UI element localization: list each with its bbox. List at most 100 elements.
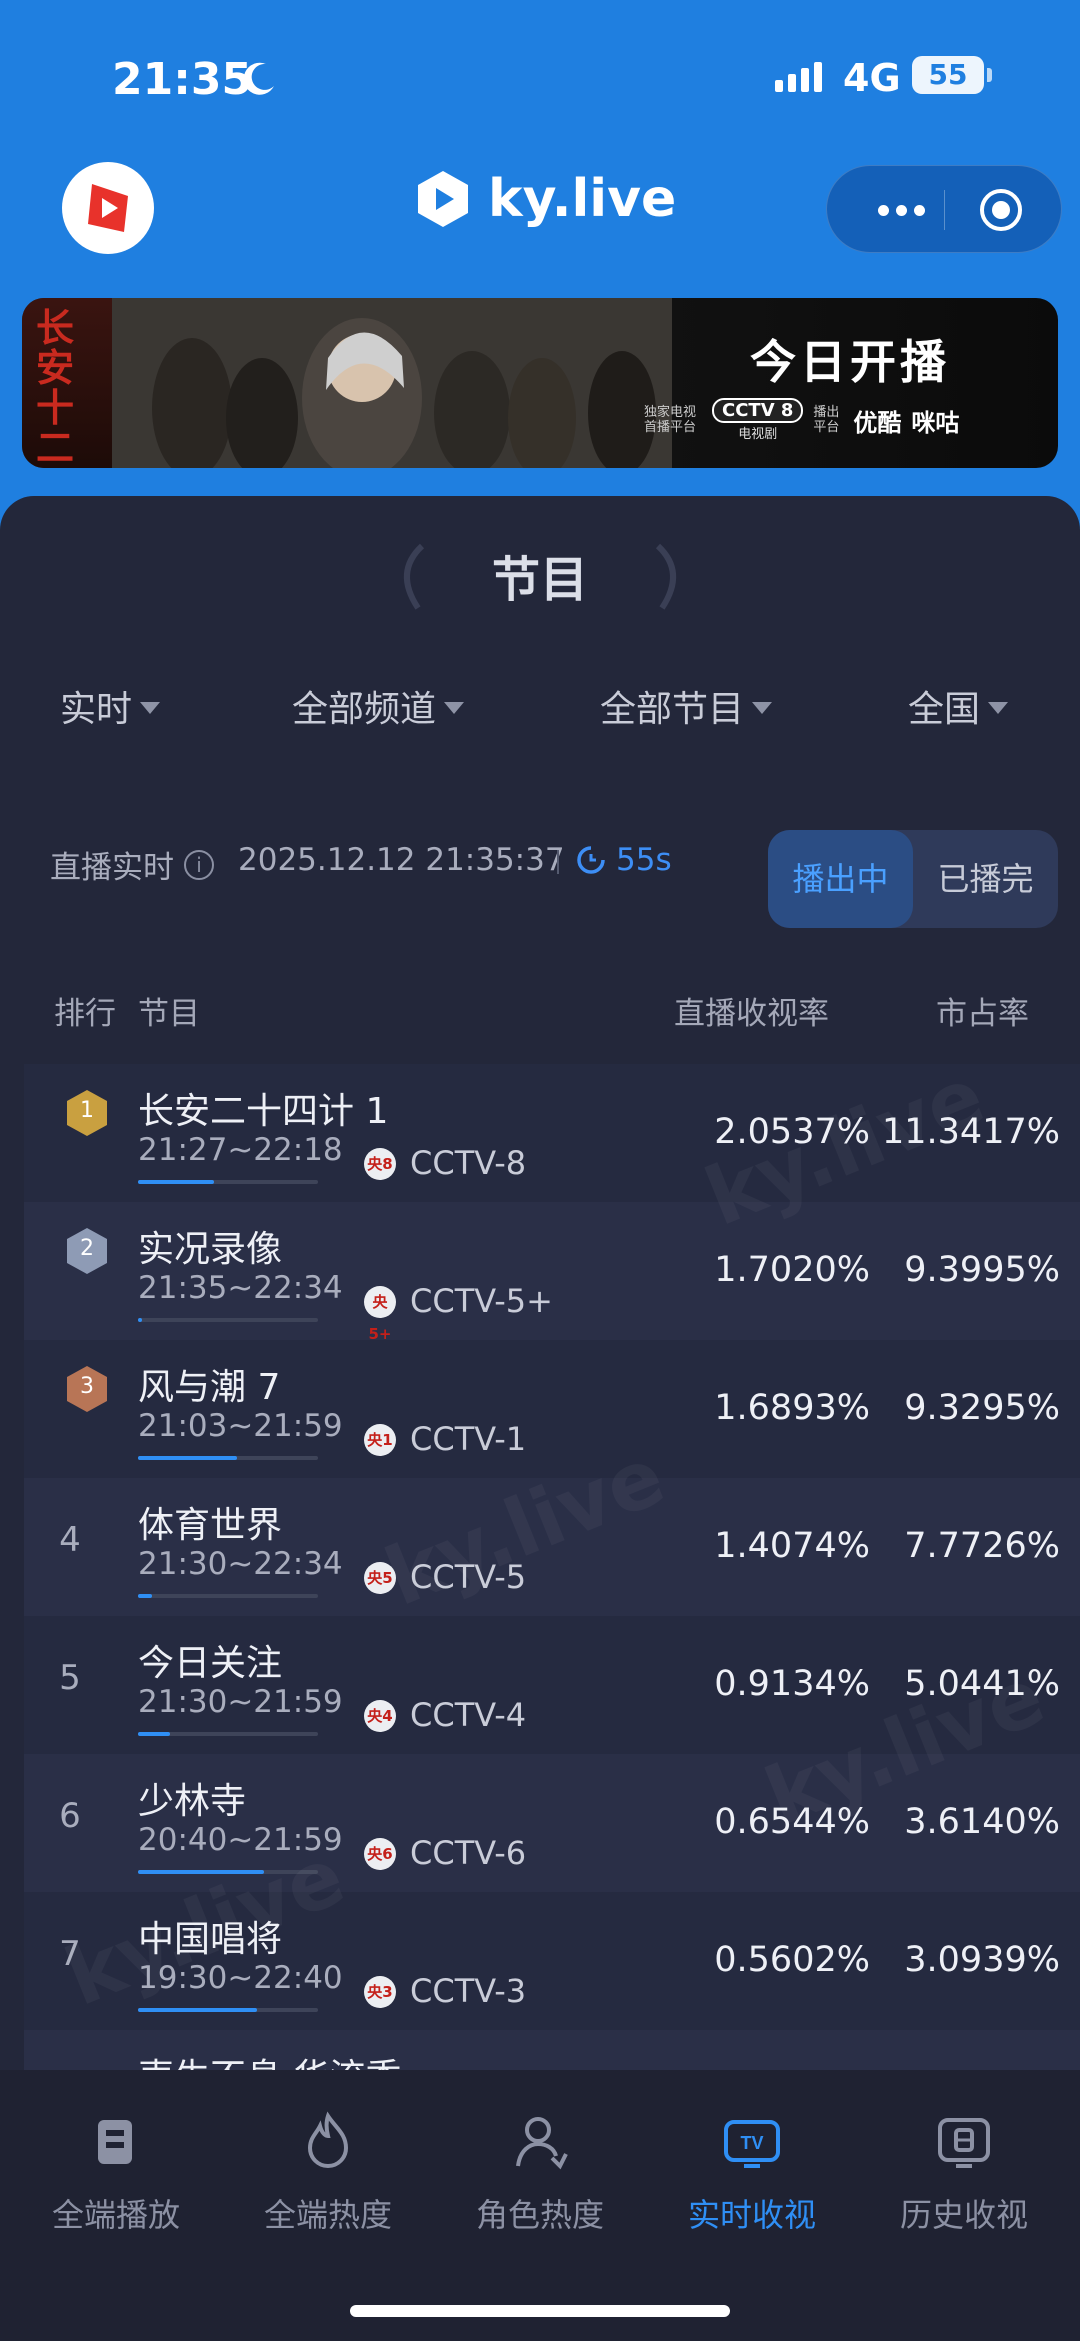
caret-down-icon [752,702,773,714]
history-tv-icon [938,2118,990,2168]
channel-logo-icon: 央5 [364,1562,396,1594]
table-row[interactable]: 4 体育世界 21:30~22:34 央5 CCTV-5 1.4074% 7.77… [24,1478,1080,1616]
filter-program[interactable]: 全部节目 [600,680,773,732]
program-progress [138,1318,318,1322]
toggle-finished[interactable]: 已播完 [913,830,1058,928]
rating-value: 0.5602% [714,1940,870,1980]
cctv-credit: CCTV 8 电视剧 [712,398,804,442]
bottom-nav: 全端播放 全端热度 角色热度 TV 实时收视 历史收视 [0,2070,1080,2341]
brand-logo: ky.live [412,168,676,230]
filter-time[interactable]: 实时 [60,680,161,732]
live-label-text: 直播实时 [50,850,174,886]
caret-down-icon [444,702,465,714]
tv-icon: TV [724,2120,780,2168]
table-row[interactable]: 7 中国唱将 19:30~22:40 央3 CCTV-3 0.5602% 3.09… [24,1892,1080,2030]
live-label: 直播实时 i [50,842,214,887]
divider [557,850,559,874]
info-icon[interactable]: i [184,849,214,880]
more-icon[interactable] [857,166,945,254]
channel-name: CCTV-3 [410,1972,527,2010]
signal-icon [775,62,822,92]
channel-logo-icon: 央4 [364,1700,396,1732]
laurel-right-icon [655,543,677,610]
refresh-countdown[interactable]: 55s [576,842,672,878]
program-name: 体育世界 [138,1505,283,1546]
nav-history-label: 历史收视 [899,2196,1028,2234]
program-time: 21:27~22:18 [138,1132,343,1168]
header-program: 节目 [138,996,200,1032]
battery-icon: 55 [912,56,992,94]
channel-logo-icon: 央3 [364,1976,396,2008]
table-row[interactable]: 1 长安二十四计 1 21:27~22:18 央8 CCTV-8 2.0537% … [24,1064,1080,1202]
play-doc-icon [98,2120,132,2164]
program-time: 20:40~21:59 [138,1822,343,1858]
filter-program-label: 全部节目 [600,689,745,730]
promo-banner[interactable]: 长安十二时 今日开播 独家电视首播平台 CCTV 8 电视剧 播出平台 优酷 咪… [22,298,1058,468]
program-progress [138,1732,318,1736]
live-datetime: 2025.12.12 21:35:37 [238,842,565,878]
program-time: 21:03~21:59 [138,1408,343,1444]
program-progress [138,2008,318,2012]
rank-number: 4 [59,1520,81,1560]
toggle-airing[interactable]: 播出中 [768,830,913,928]
rank-number: 6 [59,1796,81,1836]
filter-region[interactable]: 全国 [908,680,1009,732]
channel-logo-icon: 央6 [364,1838,396,1870]
channel-name: CCTV-6 [410,1834,527,1872]
poster-title: 长安十二时 [36,305,75,469]
channel-name: CCTV-5 [410,1558,527,1596]
program-name: 少林寺 [138,1781,247,1822]
mini-program-capsule [826,165,1062,253]
share-value: 11.3417% [882,1112,1060,1152]
program-name: 长安二十四计 1 [138,1091,389,1132]
nav-history[interactable]: 历史收视 [864,2110,1064,2236]
nav-heat[interactable]: 全端热度 [228,2110,428,2236]
close-target-icon[interactable] [977,186,1025,234]
cast-image [112,298,672,468]
table-row[interactable]: 3 风与潮 7 21:03~21:59 央1 CCTV-1 1.6893% 9.3… [24,1340,1080,1478]
nav-role[interactable]: 角色热度 [440,2110,640,2236]
share-value: 3.0939% [904,1940,1060,1980]
caret-down-icon [140,702,161,714]
panel-title: 节目 [491,552,588,608]
share-value: 7.7726% [904,1526,1060,1566]
header-rank: 排行 [54,996,116,1032]
table-row[interactable]: 6 少林寺 20:40~21:59 央6 CCTV-6 0.6544% 3.614… [24,1754,1080,1892]
app-logo-button[interactable] [62,162,154,254]
table-row[interactable]: 2 实况录像 21:35~22:34 央5+ CCTV-5+ 1.7020% 9.… [24,1202,1080,1343]
channel-name: CCTV-1 [410,1420,527,1458]
rank-number: 1 [80,1098,94,1123]
home-indicator [350,2305,730,2317]
network-type: 4G [843,56,901,100]
program-name: 今日关注 [138,1643,283,1684]
airing-toggle: 播出中 已播完 [768,830,1058,928]
share-value: 3.6140% [904,1802,1060,1842]
share-value: 9.3995% [904,1250,1060,1290]
share-value: 5.0441% [904,1664,1060,1704]
filter-channel[interactable]: 全部频道 [292,680,465,732]
table-row[interactable]: 5 今日关注 21:30~21:59 央4 CCTV-4 0.9134% 5.04… [24,1616,1080,1754]
status-bar: 21:35 4G 55 [0,40,1080,120]
nav-live-label: 实时收视 [687,2196,816,2234]
header-share[interactable]: 市占率 [936,988,1029,1033]
program-time: 21:30~22:34 [138,1546,343,1582]
channel-name: CCTV-4 [410,1696,527,1734]
filter-bar: 实时 全部频道 全部节目 全国 [0,680,1080,740]
partner-youku: 优酷 [853,408,902,437]
nav-play[interactable]: 全端播放 [16,2110,216,2236]
channel-logo-icon: 央8 [364,1148,396,1180]
program-name: 实况录像 [138,1229,283,1270]
kylive-logo-icon [418,171,468,227]
banner-credits: 独家电视首播平台 CCTV 8 电视剧 播出平台 优酷 咪咕 [644,398,959,442]
header-rating[interactable]: 直播收视率 [674,988,829,1033]
channel-name: CCTV-8 [410,1144,527,1182]
program-time: 21:35~22:34 [138,1270,343,1306]
stream-label: 播出平台 [813,405,840,435]
rank-number: 7 [59,1934,81,1974]
nav-live[interactable]: TV 实时收视 [652,2110,852,2236]
rating-value: 1.7020% [714,1250,870,1290]
brand-name: ky.live [488,169,677,229]
program-name: 中国唱将 [138,1919,283,1960]
channel-name: CCTV-5+ [410,1282,553,1320]
table-row[interactable]: 8声生不息·华流季 [24,2030,1080,2074]
